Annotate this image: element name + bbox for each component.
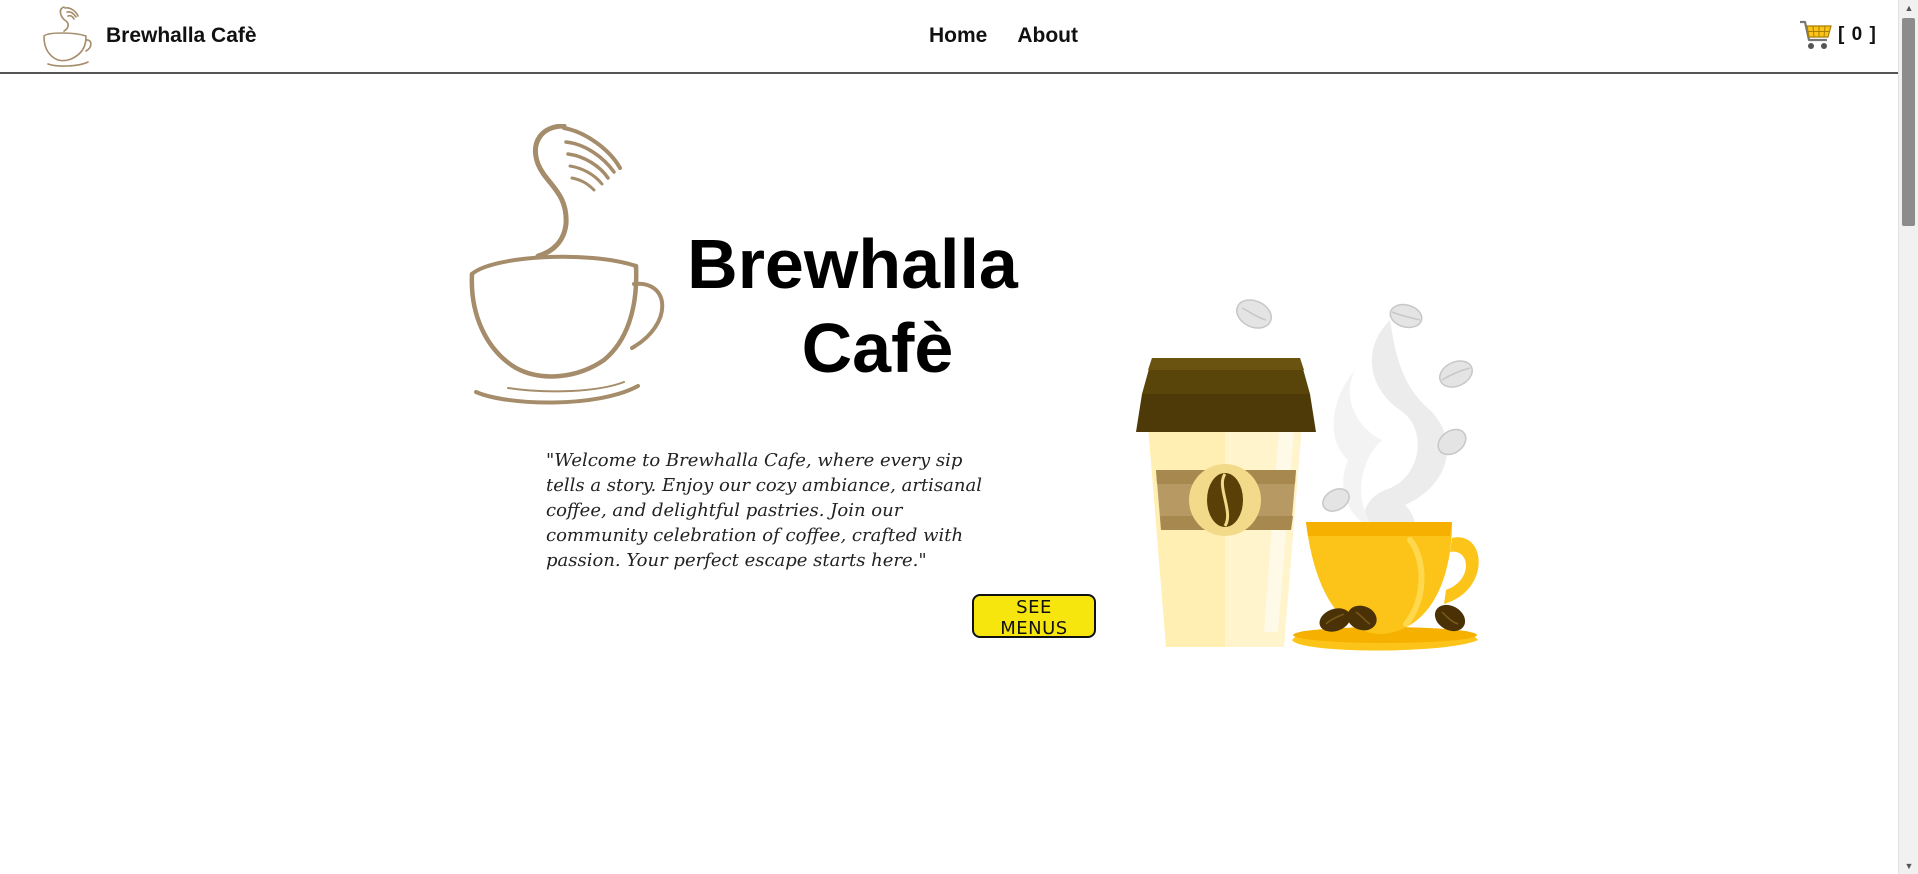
cart-count: [ 0 ]: [1838, 24, 1877, 45]
welcome-text: "Welcome to Brewhalla Cafe, where every …: [546, 450, 982, 571]
hero-title-line-2: Cafè: [801, 309, 954, 387]
nav-link-about[interactable]: About: [1017, 24, 1078, 48]
vertical-scrollbar[interactable]: ▲ ▼: [1898, 0, 1918, 874]
cart-button[interactable]: [ 0 ]: [1798, 18, 1877, 52]
hero-title-line-1: Brewhalla: [687, 225, 1018, 303]
scroll-down-arrow-icon[interactable]: ▼: [1899, 858, 1918, 874]
main-nav: Home About: [929, 24, 1078, 48]
brand-name: Brewhalla Cafè: [106, 24, 257, 47]
brand-link[interactable]: Brewhalla Cafè: [38, 2, 257, 70]
hero-coffee-cup-logo-icon: [469, 124, 665, 405]
see-menus-button[interactable]: SEE MENUS: [972, 594, 1096, 639]
scroll-up-arrow-icon[interactable]: ▲: [1899, 0, 1918, 16]
top-navbar: Brewhalla Cafè Home About [ 0 ]: [0, 0, 1898, 74]
shopping-cart-icon: [1800, 20, 1832, 49]
hero-title: Brewhalla Cafè: [680, 222, 1025, 390]
coffee-cup-logo-icon: [43, 6, 92, 67]
coffee-cups-illustration: [1136, 299, 1479, 651]
nav-link-home[interactable]: Home: [929, 24, 987, 48]
scrollbar-thumb[interactable]: [1902, 18, 1915, 226]
page: Brewhalla Cafè Home About [ 0 ] Brewhall…: [0, 0, 1898, 874]
